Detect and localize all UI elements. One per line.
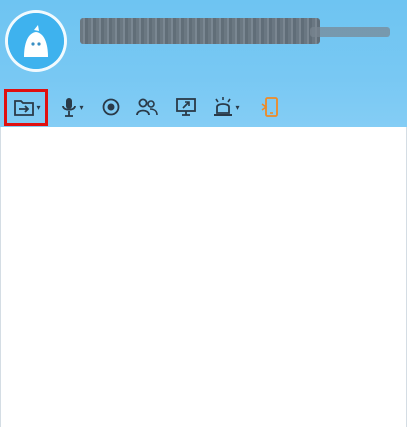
penguin-avatar-icon bbox=[8, 13, 64, 69]
send-to-phone-button[interactable] bbox=[256, 92, 284, 122]
voice-call-button[interactable]: ▾ bbox=[55, 92, 89, 122]
chat-window: ▾ ▾ ▾ bbox=[0, 0, 407, 427]
phone-icon bbox=[261, 97, 278, 117]
contact-name bbox=[80, 18, 390, 44]
message-area[interactable] bbox=[0, 127, 407, 427]
screen-share-icon bbox=[176, 98, 196, 116]
remote-desktop-button[interactable] bbox=[172, 92, 200, 122]
chevron-down-icon: ▾ bbox=[235, 102, 240, 112]
people-icon bbox=[136, 98, 158, 116]
app-center-button[interactable]: ▾ bbox=[208, 92, 244, 122]
microphone-icon bbox=[62, 98, 77, 117]
video-call-button[interactable] bbox=[98, 92, 124, 122]
chevron-down-icon: ▾ bbox=[79, 102, 84, 112]
chat-toolbar: ▾ ▾ ▾ bbox=[0, 92, 407, 124]
camera-icon bbox=[102, 98, 120, 116]
alarm-icon bbox=[214, 97, 233, 116]
highlight-box bbox=[4, 89, 48, 126]
divider bbox=[0, 127, 1, 427]
avatar[interactable] bbox=[8, 13, 64, 69]
multi-person-chat-button[interactable] bbox=[133, 92, 161, 122]
